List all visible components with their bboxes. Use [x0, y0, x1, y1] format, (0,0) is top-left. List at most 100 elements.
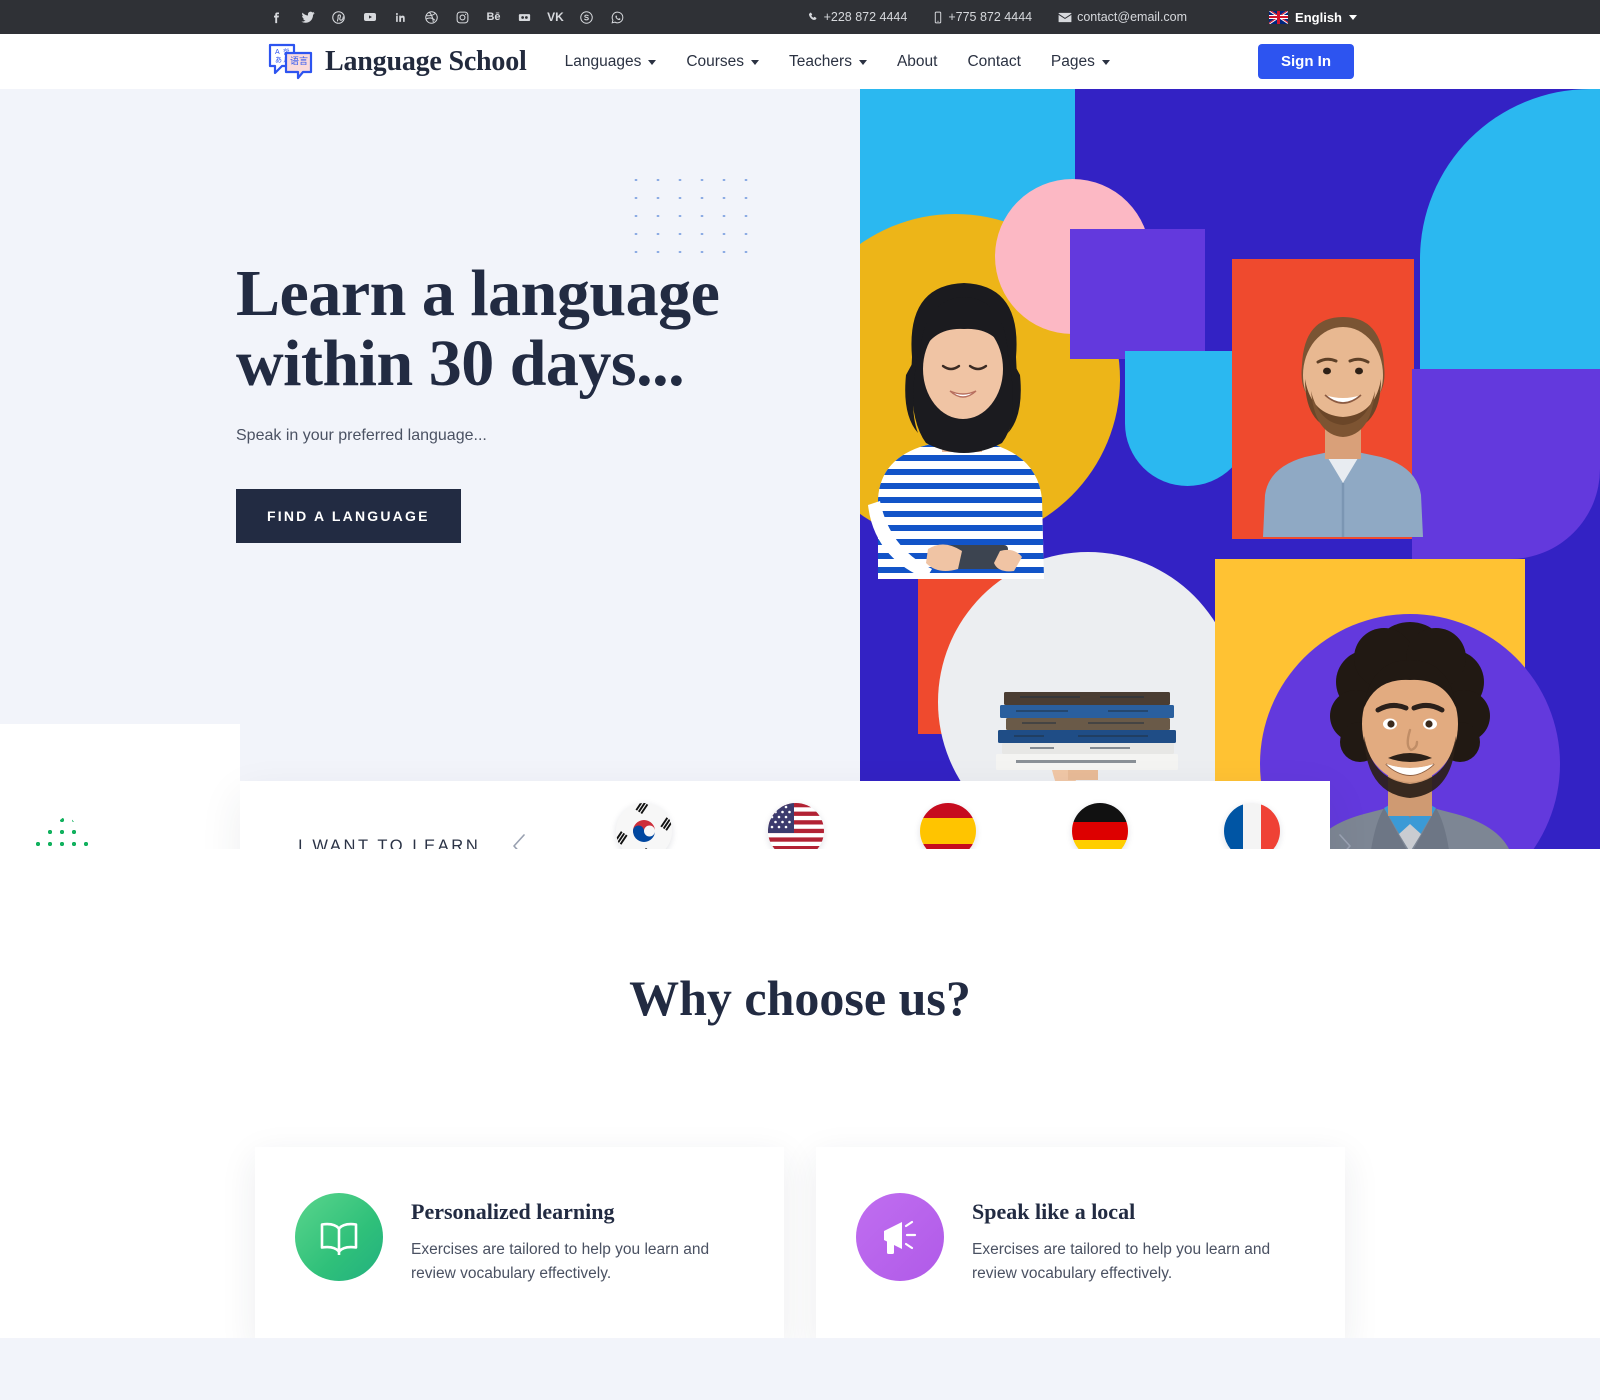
page-bottom-strip	[0, 1338, 1600, 1400]
collage-shape-purple-square	[1070, 229, 1205, 359]
nav-item-courses[interactable]: Courses	[686, 52, 760, 71]
language-selector[interactable]: English	[1269, 10, 1357, 25]
feature-card-title: Personalized learning	[411, 1199, 615, 1224]
feature-card-text: Exercises are tailored to help you learn…	[972, 1241, 1271, 1283]
feature-card-body: Speak like a local Exercises are tailore…	[972, 1193, 1302, 1286]
chevron-down-icon	[751, 60, 760, 65]
chevron-down-icon	[1349, 14, 1357, 20]
nav-item-pages-label: Pages	[1050, 52, 1095, 70]
nav-links: Languages Courses Teachers About Contact…	[565, 53, 1110, 71]
instagram-icon[interactable]	[454, 9, 471, 26]
find-a-language-button[interactable]: FIND A LANGUAGE	[236, 488, 461, 543]
nav-item-pages[interactable]: Pages	[1051, 53, 1110, 71]
skype-icon[interactable]	[578, 9, 595, 26]
carousel-prev-button[interactable]	[502, 829, 536, 849]
chevron-down-icon	[648, 60, 657, 65]
selector-title: I WANT TO LEARN	[298, 836, 481, 850]
book-icon	[295, 1193, 383, 1281]
vk-icon[interactable]: VK	[547, 9, 564, 26]
contact-info: +228 872 4444 +775 872 4444 contact@emai…	[807, 10, 1187, 24]
language-selector-card: I WANT TO LEARN	[240, 781, 1352, 850]
nav-item-contact[interactable]: Contact	[967, 53, 1020, 71]
nav-item-about-label: About	[896, 52, 938, 70]
brand-logo[interactable]: A 한 あ ル 语 言 Language School	[268, 42, 527, 82]
chevron-down-icon	[858, 60, 867, 65]
language-option-france[interactable]: France	[1176, 802, 1328, 849]
feature-card-personalized-learning[interactable]: Personalized learning Exercises are tail…	[255, 1147, 784, 1343]
feature-card-speak-like-a-local[interactable]: Speak like a local Exercises are tailore…	[816, 1147, 1345, 1343]
megaphone-icon	[856, 1193, 944, 1281]
hero-collage	[860, 89, 1600, 849]
language-option-spanish[interactable]: Spanish	[872, 802, 1024, 849]
spain-flag-icon	[920, 802, 977, 849]
linkedin-icon[interactable]	[392, 9, 409, 26]
nav-item-teachers-label: Teachers	[789, 52, 852, 70]
language-flag-list: Korean	[568, 802, 1328, 849]
usa-flag-icon	[768, 802, 825, 849]
youtube-icon[interactable]	[361, 9, 378, 26]
hero-text-block: Learn a language within 30 days... Speak…	[236, 259, 796, 543]
hero-heading-line1: Learn a language	[236, 257, 720, 330]
chevron-left-icon	[513, 834, 526, 849]
phone-icon	[808, 12, 816, 20]
main-navbar: A 한 あ ル 语 言 Language School Languages Co…	[0, 34, 1600, 89]
nav-item-about[interactable]: About	[897, 53, 938, 71]
hero-white-notch	[0, 724, 240, 849]
svg-text:语: 语	[290, 56, 299, 66]
flickr-icon[interactable]	[516, 9, 533, 26]
uk-flag-icon	[1269, 10, 1289, 24]
pinterest-icon[interactable]	[330, 9, 347, 26]
student-woman-photo	[860, 249, 1080, 579]
dribbble-icon[interactable]	[423, 9, 440, 26]
language-option-german[interactable]: German	[1024, 802, 1176, 849]
feature-card-list: Personalized learning Exercises are tail…	[0, 1147, 1600, 1343]
nav-item-languages[interactable]: Languages	[565, 53, 657, 71]
mobile-icon	[935, 11, 942, 23]
language-selector-label: English	[1295, 9, 1342, 25]
svg-text:A: A	[275, 49, 280, 56]
nav-item-contact-label: Contact	[967, 52, 1021, 70]
page-root: Bē VK +228 872 4444 +775 872 4444 contac…	[0, 0, 1600, 1400]
teacher-bearded-man-photo	[1255, 287, 1430, 537]
svg-text:あ: あ	[275, 56, 282, 64]
chevron-down-icon	[1101, 60, 1110, 65]
twitter-icon[interactable]	[299, 9, 316, 26]
language-option-english[interactable]: English	[720, 802, 872, 849]
carousel-next-button[interactable]	[1328, 829, 1362, 849]
brand-name: Language School	[325, 45, 527, 77]
social-links: Bē VK	[268, 9, 626, 26]
germany-flag-icon	[1072, 802, 1129, 849]
hero-section: Learn a language within 30 days... Speak…	[0, 89, 1600, 849]
phone-secondary[interactable]: +775 872 4444	[933, 10, 1032, 24]
top-bar: Bē VK +228 872 4444 +775 872 4444 contac…	[0, 0, 1600, 34]
why-choose-us-heading: Why choose us?	[629, 970, 971, 1026]
sign-in-button[interactable]: Sign In	[1258, 44, 1354, 79]
nav-item-courses-label: Courses	[686, 52, 745, 70]
behance-icon[interactable]: Bē	[485, 9, 502, 26]
why-choose-us-section: Why choose us? Personalized learning Exe…	[0, 849, 1600, 1343]
speech-bubbles-logo-icon: A 한 あ ル 语 言	[268, 42, 314, 82]
feature-card-title: Speak like a local	[972, 1199, 1136, 1224]
phone-primary[interactable]: +228 872 4444	[807, 10, 908, 24]
phone-primary-text: +228 872 4444	[823, 10, 908, 24]
whatsapp-icon[interactable]	[609, 9, 626, 26]
korea-flag-icon	[616, 802, 673, 849]
envelope-icon	[1058, 12, 1072, 22]
france-flag-icon	[1224, 802, 1281, 849]
feature-card-body: Personalized learning Exercises are tail…	[411, 1193, 741, 1286]
hero-subtitle: Speak in your preferred language...	[236, 426, 487, 444]
collage-shape-purple-right	[1412, 369, 1600, 559]
blue-dot-pattern-decoration	[625, 171, 757, 261]
hero-heading-line2: within 30 days...	[236, 326, 685, 400]
hero-heading: Learn a language within 30 days...	[236, 259, 796, 399]
phone-secondary-text: +775 872 4444	[948, 10, 1033, 24]
nav-item-languages-label: Languages	[564, 52, 642, 70]
svg-text:言: 言	[299, 55, 308, 66]
email-contact[interactable]: contact@email.com	[1058, 10, 1187, 24]
chevron-right-icon	[1339, 834, 1352, 849]
facebook-icon[interactable]	[268, 9, 285, 26]
nav-item-teachers[interactable]: Teachers	[789, 53, 867, 71]
email-text: contact@email.com	[1077, 10, 1188, 24]
feature-card-text: Exercises are tailored to help you learn…	[411, 1241, 710, 1283]
language-option-korean[interactable]: Korean	[568, 802, 720, 849]
